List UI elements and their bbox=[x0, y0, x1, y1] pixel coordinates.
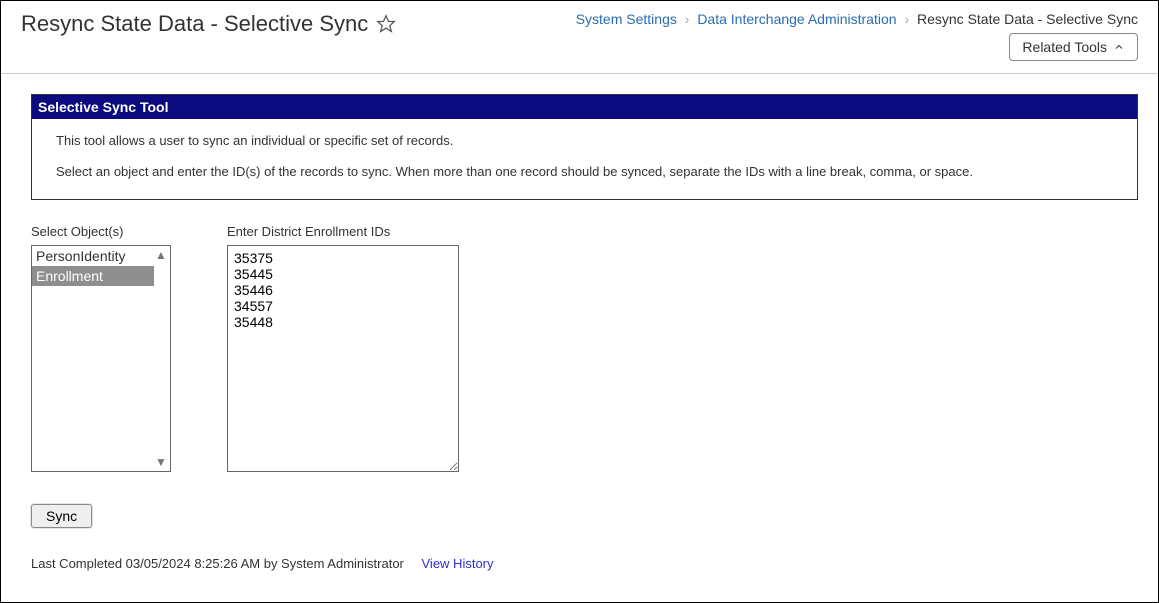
list-item[interactable]: PersonIdentity bbox=[32, 246, 154, 266]
breadcrumb-system-settings[interactable]: System Settings bbox=[576, 11, 677, 27]
panel-description-1: This tool allows a user to sync an indiv… bbox=[56, 131, 1113, 152]
related-tools-label: Related Tools bbox=[1022, 39, 1107, 55]
scroll-down-icon[interactable]: ▼ bbox=[154, 455, 168, 469]
panel-title: Selective Sync Tool bbox=[32, 95, 1137, 119]
selective-sync-panel: Selective Sync Tool This tool allows a u… bbox=[31, 94, 1138, 200]
page-title: Resync State Data - Selective Sync bbox=[21, 11, 368, 37]
breadcrumb-current: Resync State Data - Selective Sync bbox=[917, 11, 1138, 27]
ids-textarea[interactable] bbox=[227, 245, 459, 472]
breadcrumb-data-interchange[interactable]: Data Interchange Administration bbox=[697, 11, 896, 27]
chevron-up-icon bbox=[1113, 41, 1125, 53]
view-history-link[interactable]: View History bbox=[422, 556, 494, 571]
breadcrumb: System Settings › Data Interchange Admin… bbox=[576, 11, 1138, 27]
enter-ids-label: Enter District Enrollment IDs bbox=[227, 224, 459, 239]
objects-listbox[interactable]: PersonIdentityEnrollment ▲ ▼ bbox=[31, 245, 171, 472]
scroll-up-icon[interactable]: ▲ bbox=[154, 248, 168, 262]
related-tools-button[interactable]: Related Tools bbox=[1009, 33, 1138, 61]
panel-description-2: Select an object and enter the ID(s) of … bbox=[56, 162, 1113, 183]
last-completed-text: Last Completed 03/05/2024 8:25:26 AM by … bbox=[31, 556, 404, 571]
page-header: Resync State Data - Selective Sync Syste… bbox=[1, 1, 1158, 74]
chevron-right-icon: › bbox=[904, 11, 909, 27]
favorite-star-icon[interactable] bbox=[376, 14, 396, 34]
select-objects-label: Select Object(s) bbox=[31, 224, 171, 239]
chevron-right-icon: › bbox=[685, 11, 690, 27]
list-item[interactable]: Enrollment bbox=[32, 266, 154, 286]
sync-button[interactable]: Sync bbox=[31, 504, 92, 528]
